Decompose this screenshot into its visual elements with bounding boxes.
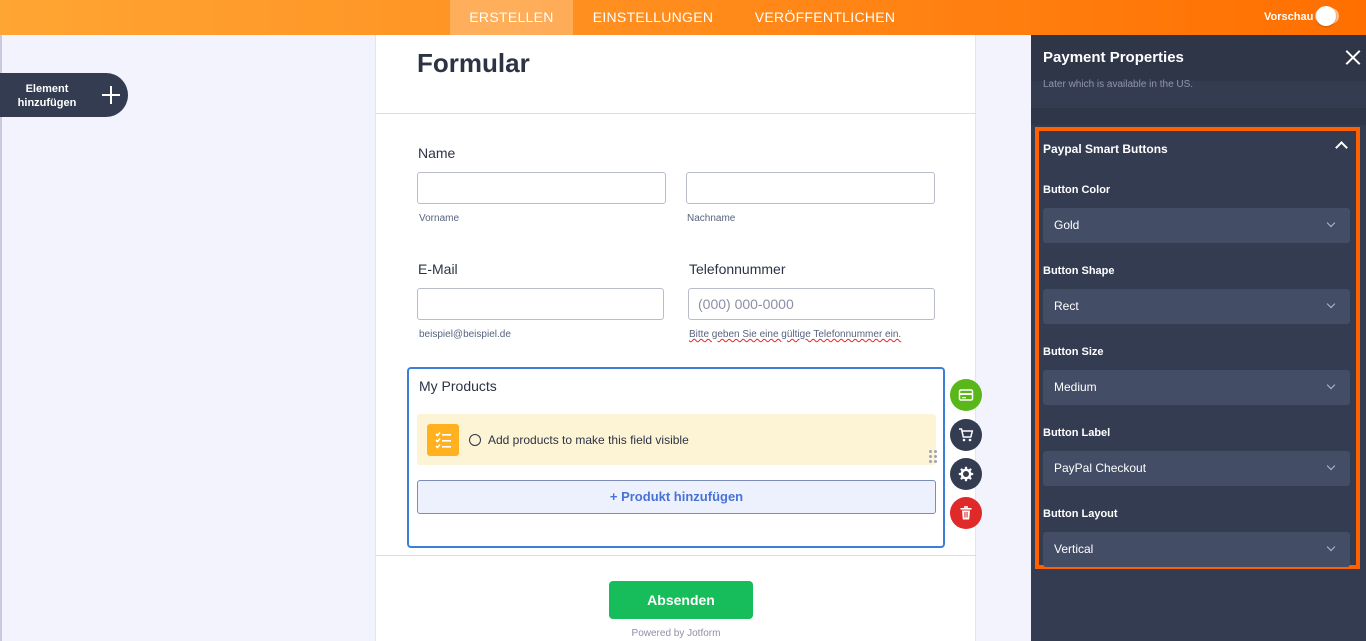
form-title[interactable]: Formular bbox=[417, 48, 530, 79]
email-input[interactable] bbox=[417, 288, 664, 320]
plus-icon bbox=[102, 86, 120, 104]
header-divider bbox=[376, 113, 976, 114]
top-navigation-bar: ERSTELLEN EINSTELLUNGEN VERÖFFENTLICHEN … bbox=[0, 0, 1366, 35]
last-name-sublabel: Nachname bbox=[687, 213, 736, 224]
payment-settings-button[interactable] bbox=[950, 379, 982, 411]
button-label-select[interactable]: PayPal Checkout bbox=[1043, 451, 1350, 486]
button-color-select[interactable]: Gold bbox=[1043, 208, 1350, 243]
button-layout-label: Button Layout bbox=[1043, 508, 1118, 520]
panel-separator bbox=[1031, 108, 1366, 125]
chevron-up-icon[interactable] bbox=[1335, 141, 1348, 154]
chevron-down-icon bbox=[1326, 299, 1336, 309]
gear-icon bbox=[958, 466, 974, 482]
tab-erstellen[interactable]: ERSTELLEN bbox=[450, 0, 573, 35]
button-layout-value: Vertical bbox=[1054, 542, 1094, 556]
button-color-value: Gold bbox=[1054, 218, 1080, 232]
chevron-down-icon bbox=[1326, 380, 1336, 390]
button-color-label: Button Color bbox=[1043, 184, 1111, 196]
products-label: My Products bbox=[419, 378, 497, 394]
canvas-left-edge bbox=[0, 35, 2, 641]
email-sublabel: beispiel@beispiel.de bbox=[419, 329, 511, 340]
preview-toggle[interactable] bbox=[1315, 6, 1339, 26]
add-product-button[interactable]: + Produkt hinzufügen bbox=[417, 480, 936, 514]
button-layout-select[interactable]: Vertical bbox=[1043, 532, 1350, 567]
name-label: Name bbox=[418, 145, 456, 161]
footer-divider bbox=[376, 555, 976, 556]
list-icon bbox=[427, 424, 459, 456]
drag-handle-icon[interactable] bbox=[929, 450, 937, 463]
add-element-button[interactable]: Element hinzufügen bbox=[0, 73, 128, 117]
trash-icon bbox=[960, 506, 972, 520]
last-name-input[interactable] bbox=[686, 172, 935, 204]
field-settings-button[interactable] bbox=[950, 458, 982, 490]
phone-label: Telefonnummer bbox=[689, 261, 786, 277]
section-title: Paypal Smart Buttons bbox=[1043, 142, 1168, 156]
email-label: E-Mail bbox=[418, 261, 458, 277]
button-shape-value: Rect bbox=[1054, 299, 1079, 313]
panel-header: Payment Properties bbox=[1031, 35, 1366, 81]
button-label-value: PayPal Checkout bbox=[1054, 461, 1147, 475]
submit-button[interactable]: Absenden bbox=[609, 581, 753, 619]
preview-label: Vorschau bbox=[1264, 11, 1314, 23]
first-name-sublabel: Vorname bbox=[419, 213, 460, 224]
first-name-input[interactable] bbox=[417, 172, 666, 204]
preview-toggle-knob bbox=[1316, 6, 1336, 26]
button-label-label: Button Label bbox=[1043, 427, 1111, 439]
add-element-label: Element hinzufügen bbox=[17, 83, 77, 109]
radio-circle-icon bbox=[469, 434, 481, 446]
paypal-smart-buttons-section: Paypal Smart Buttons Button Color Gold B… bbox=[1035, 127, 1360, 569]
tab-einstellungen[interactable]: EINSTELLUNGEN bbox=[583, 0, 723, 35]
delete-field-button[interactable] bbox=[950, 497, 982, 529]
phone-sublabel: Bitte geben Sie eine gültige Telefonnumm… bbox=[689, 329, 902, 340]
button-shape-label: Button Shape bbox=[1043, 265, 1115, 277]
close-icon[interactable] bbox=[1345, 50, 1361, 66]
payment-properties-panel: Payment Properties Later which is availa… bbox=[1031, 35, 1366, 641]
cart-button[interactable] bbox=[950, 419, 982, 451]
button-size-label: Button Size bbox=[1043, 346, 1104, 358]
chevron-down-icon bbox=[1326, 218, 1336, 228]
products-notice-text: Add products to make this field visible bbox=[488, 433, 689, 447]
products-field[interactable]: My Products Add products to make this fi… bbox=[407, 367, 945, 548]
panel-title: Payment Properties bbox=[1043, 49, 1184, 66]
tab-veroeffentlichen[interactable]: VERÖFFENTLICHEN bbox=[744, 0, 906, 35]
cart-icon bbox=[959, 428, 974, 442]
phone-input[interactable] bbox=[688, 288, 935, 320]
button-size-value: Medium bbox=[1054, 380, 1097, 394]
button-size-select[interactable]: Medium bbox=[1043, 370, 1350, 405]
payment-card-icon bbox=[958, 389, 974, 401]
chevron-down-icon bbox=[1326, 461, 1336, 471]
chevron-down-icon bbox=[1326, 542, 1336, 552]
products-notice: Add products to make this field visible bbox=[417, 414, 937, 465]
form-card: Formular Name Vorname Nachname E-Mail Te… bbox=[375, 35, 982, 641]
powered-by-text[interactable]: Powered by Jotform bbox=[376, 628, 976, 639]
clipped-description-text: Later which is available in the US. bbox=[1043, 79, 1194, 90]
button-shape-select[interactable]: Rect bbox=[1043, 289, 1350, 324]
